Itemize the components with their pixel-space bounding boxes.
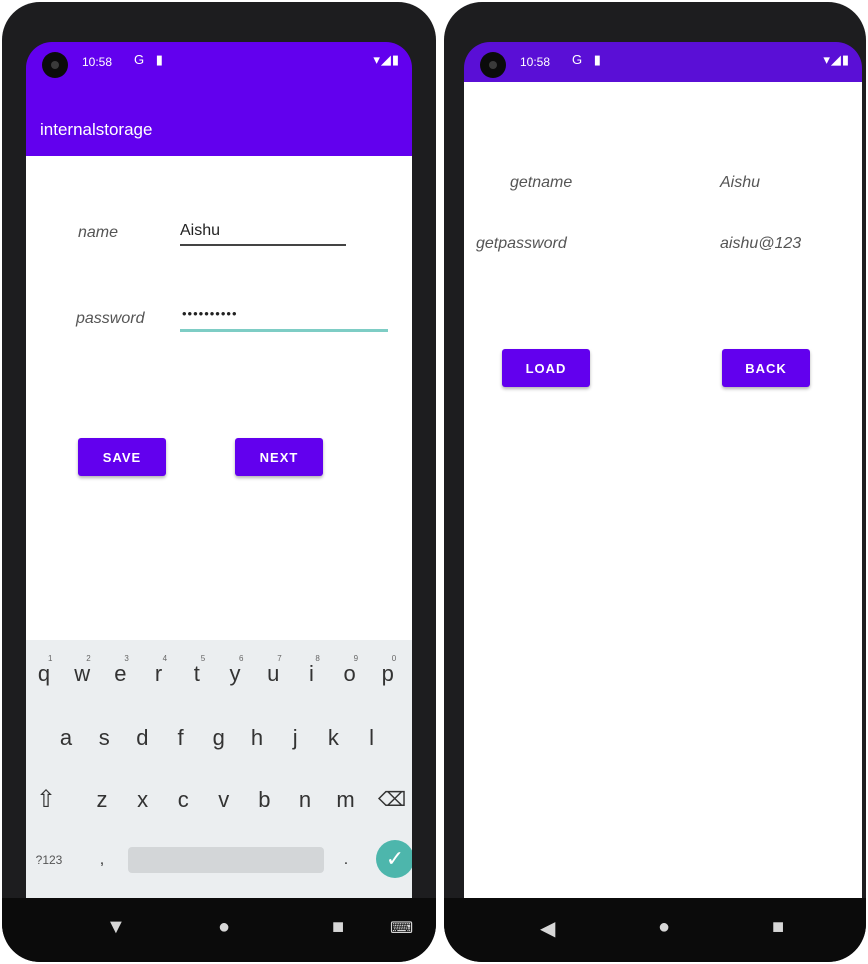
back-button[interactable]: BACK bbox=[722, 349, 810, 387]
getpassword-value: aishu@123 bbox=[720, 235, 802, 252]
key-q[interactable]: q1 bbox=[28, 654, 60, 694]
front-camera bbox=[42, 52, 68, 78]
back-icon[interactable]: ▼ bbox=[106, 916, 126, 939]
key-label: e bbox=[114, 661, 127, 686]
key-number-hint: 8 bbox=[315, 654, 320, 663]
key-number-hint: 6 bbox=[239, 654, 244, 663]
key-a[interactable]: a bbox=[50, 718, 82, 758]
next-button[interactable]: NEXT bbox=[235, 438, 323, 476]
right-phone: 10:58 G ▮ ▾◢▮ getname Aishu getpassword … bbox=[444, 2, 866, 962]
keyboard-row-1: q1w2e3r4t5y6u7i8o9p0 bbox=[26, 654, 412, 694]
key-label: u bbox=[267, 661, 280, 686]
app-title: internalstorage bbox=[40, 120, 153, 139]
comma-key[interactable]: , bbox=[86, 840, 118, 880]
getpassword-label: getpassword bbox=[476, 235, 567, 252]
key-l[interactable]: l bbox=[356, 718, 388, 758]
key-label: i bbox=[308, 661, 314, 686]
key-number-hint: 0 bbox=[391, 654, 397, 663]
key-o[interactable]: o9 bbox=[334, 654, 366, 694]
key-b[interactable]: b bbox=[248, 780, 280, 820]
password-label: password bbox=[76, 310, 145, 327]
app-screen: internalstorage name Aishu password ••••… bbox=[26, 82, 412, 898]
key-k[interactable]: k bbox=[317, 718, 349, 758]
keyboard-row-3: ⇧ ⌫ zxcvbnm bbox=[26, 780, 412, 820]
key-e[interactable]: e3 bbox=[104, 654, 136, 694]
notification-icons: G ▮ bbox=[134, 52, 167, 67]
password-input-underline bbox=[180, 329, 388, 332]
home-icon[interactable]: ● bbox=[218, 916, 230, 939]
shift-icon[interactable]: ⇧ bbox=[30, 780, 62, 820]
key-v[interactable]: v bbox=[208, 780, 240, 820]
key-number-hint: 1 bbox=[48, 654, 53, 663]
enter-check-icon[interactable]: ✓ bbox=[376, 840, 412, 878]
name-label: name bbox=[78, 224, 119, 241]
key-number-hint: 5 bbox=[200, 654, 206, 663]
key-c[interactable]: c bbox=[167, 780, 199, 820]
getname-value: Aishu bbox=[720, 174, 761, 191]
status-bar: 10:58 G ▮ ▾◢▮ bbox=[464, 42, 862, 82]
key-label: w bbox=[74, 661, 91, 686]
symbols-key[interactable]: ?123 bbox=[28, 840, 70, 880]
key-p[interactable]: p0 bbox=[372, 654, 404, 694]
key-label: t bbox=[193, 661, 200, 686]
key-r[interactable]: r4 bbox=[143, 654, 175, 694]
key-i[interactable]: i8 bbox=[295, 654, 327, 694]
key-j[interactable]: j bbox=[279, 718, 311, 758]
password-input[interactable]: •••••••••• bbox=[182, 306, 238, 321]
key-label: q bbox=[37, 661, 51, 686]
left-phone: 10:58 G ▮ ▾◢▮ internalstorage name Aishu… bbox=[2, 2, 436, 962]
status-time: 10:58 bbox=[82, 55, 113, 69]
recents-icon[interactable]: ■ bbox=[772, 916, 784, 939]
period-key[interactable]: . bbox=[330, 840, 362, 880]
key-d[interactable]: d bbox=[126, 718, 158, 758]
key-label: r bbox=[154, 661, 163, 686]
key-number-hint: 7 bbox=[277, 654, 282, 663]
key-label: o bbox=[343, 661, 356, 686]
key-number-hint: 4 bbox=[162, 654, 168, 663]
home-icon[interactable]: ● bbox=[658, 916, 670, 939]
key-f[interactable]: f bbox=[165, 718, 197, 758]
key-y[interactable]: y6 bbox=[219, 654, 251, 694]
key-t[interactable]: t5 bbox=[181, 654, 213, 694]
key-number-hint: 2 bbox=[86, 654, 91, 663]
getname-label: getname bbox=[510, 174, 573, 191]
key-w[interactable]: w2 bbox=[66, 654, 98, 694]
key-n[interactable]: n bbox=[289, 780, 321, 820]
spacebar-key[interactable] bbox=[128, 847, 324, 873]
status-bar: 10:58 G ▮ ▾◢▮ bbox=[26, 42, 412, 82]
load-button[interactable]: LOAD bbox=[502, 349, 590, 387]
key-u[interactable]: u7 bbox=[257, 654, 289, 694]
signal-battery-icons: ▾◢▮ bbox=[373, 52, 400, 67]
name-input[interactable]: Aishu bbox=[180, 222, 220, 240]
key-z[interactable]: z bbox=[86, 780, 118, 820]
app-bar: internalstorage bbox=[26, 82, 412, 156]
app-screen: getname Aishu getpassword aishu@123 LOAD… bbox=[464, 82, 862, 898]
signal-battery-icons: ▾◢▮ bbox=[823, 52, 850, 67]
key-s[interactable]: s bbox=[88, 718, 120, 758]
key-h[interactable]: h bbox=[241, 718, 273, 758]
back-icon[interactable]: ◀ bbox=[540, 916, 555, 941]
key-m[interactable]: m bbox=[330, 780, 362, 820]
name-input-underline bbox=[180, 244, 346, 246]
status-time: 10:58 bbox=[520, 55, 551, 69]
key-number-hint: 3 bbox=[124, 654, 129, 663]
navigation-bar: ◀ ● ■ bbox=[444, 898, 866, 962]
key-g[interactable]: g bbox=[203, 718, 235, 758]
recents-icon[interactable]: ■ bbox=[332, 916, 344, 939]
keyboard-row-2: asdfghjkl bbox=[26, 718, 412, 758]
key-label: y bbox=[229, 661, 241, 686]
save-button[interactable]: SAVE bbox=[78, 438, 166, 476]
soft-keyboard: q1w2e3r4t5y6u7i8o9p0 asdfghjkl ⇧ ⌫ zxcvb… bbox=[26, 640, 412, 898]
notification-icons: G ▮ bbox=[572, 52, 605, 67]
navigation-bar: ▼ ● ■ ⌨ bbox=[2, 898, 436, 962]
front-camera bbox=[480, 52, 506, 78]
keyboard-row-4: ?123 , . ✓ bbox=[26, 840, 412, 880]
key-x[interactable]: x bbox=[127, 780, 159, 820]
backspace-icon[interactable]: ⌫ bbox=[376, 780, 408, 820]
keyboard-switch-icon[interactable]: ⌨ bbox=[390, 918, 413, 938]
key-number-hint: 9 bbox=[353, 654, 359, 663]
key-label: p bbox=[381, 661, 394, 686]
